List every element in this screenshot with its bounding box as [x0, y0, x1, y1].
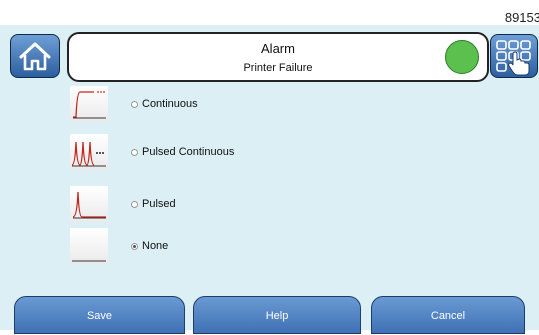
alarm-subtitle: Printer Failure [243, 62, 313, 74]
option-label: Continuous [142, 98, 198, 110]
pulsed-signal-icon [70, 186, 108, 222]
alarm-status-box: Alarm Printer Failure [67, 32, 489, 82]
home-button[interactable] [10, 34, 60, 78]
none-signal-icon [70, 228, 108, 264]
radio-pulsed[interactable] [131, 201, 138, 208]
pulsed-continuous-signal-icon [70, 134, 108, 170]
alarm-title: Alarm [261, 41, 295, 56]
option-label: Pulsed [142, 198, 176, 210]
cancel-button[interactable]: Cancel [371, 296, 525, 334]
home-icon [19, 42, 51, 71]
status-light [445, 40, 479, 74]
radio-continuous[interactable] [131, 101, 138, 108]
apps-button[interactable] [490, 34, 538, 78]
screen-id: 89153 [504, 10, 539, 25]
grid-hand-icon [496, 40, 531, 76]
radio-none[interactable] [131, 243, 138, 250]
save-button[interactable]: Save [14, 296, 185, 334]
option-label: Pulsed Continuous [142, 146, 235, 158]
option-label: None [142, 240, 169, 252]
help-button[interactable]: Help [193, 296, 361, 334]
continuous-signal-icon [70, 86, 108, 122]
radio-pulsed-continuous[interactable] [131, 149, 138, 156]
